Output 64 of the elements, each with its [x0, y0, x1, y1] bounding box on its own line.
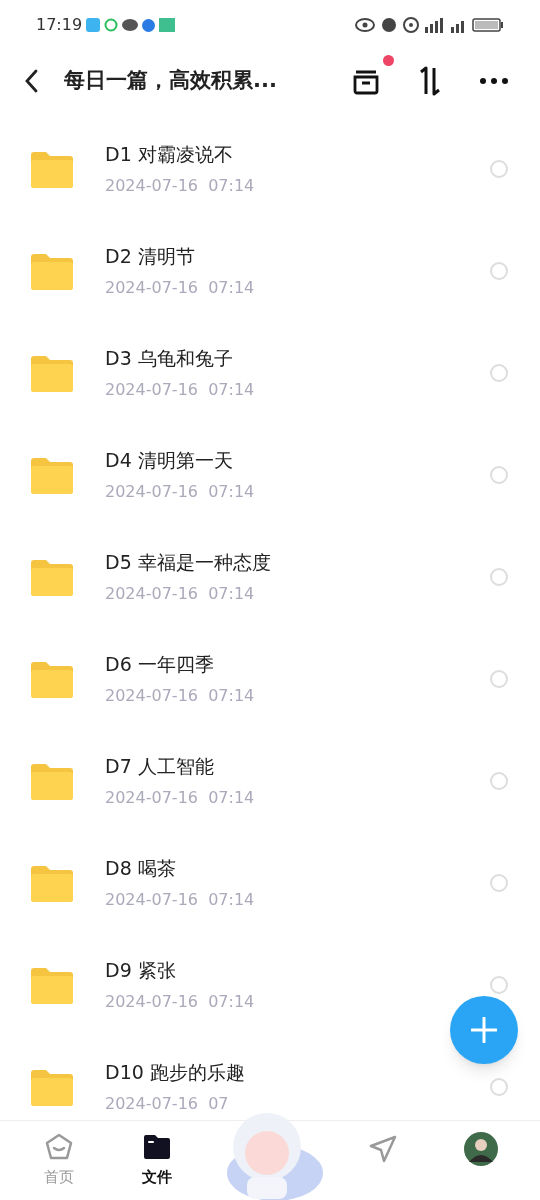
folder-icon — [30, 660, 74, 698]
file-name: D4 清明第一天 — [105, 447, 234, 473]
file-date: 2024-07-16 07:14 — [105, 175, 256, 198]
avatar-icon — [464, 1131, 498, 1166]
file-row[interactable]: D1 对霸凌说不 2024-07-16 07:14 — [0, 118, 540, 220]
file-date: 2024-07-16 07:14 — [105, 583, 256, 606]
select-radio[interactable] — [490, 874, 508, 892]
select-radio[interactable] — [490, 568, 508, 586]
file-name: D1 对霸凌说不 — [105, 141, 234, 167]
file-date: 2024-07-16 07:14 — [105, 889, 256, 912]
file-name: D5 幸福是一种态度 — [105, 549, 272, 575]
add-button[interactable] — [450, 996, 518, 1064]
eye-icon — [355, 18, 375, 32]
file-name: D7 人工智能 — [105, 753, 215, 779]
file-date: 2024-07-16 07:14 — [105, 481, 256, 504]
select-radio[interactable] — [490, 262, 508, 280]
file-name: D2 清明节 — [105, 243, 196, 269]
file-row[interactable]: D7 人工智能 2024-07-16 07:14 — [0, 730, 540, 832]
status-time: 17:19 — [36, 14, 83, 36]
file-row[interactable]: D2 清明节 2024-07-16 07:14 — [0, 220, 540, 322]
app-icon — [86, 18, 101, 32]
select-radio[interactable] — [490, 772, 508, 790]
file-date: 2024-07-16 07:14 — [105, 991, 256, 1014]
folder-icon — [30, 966, 74, 1004]
file-date: 2024-07-16 07:14 — [105, 685, 256, 708]
select-radio[interactable] — [490, 670, 508, 688]
file-date: 2024-07-16 07:14 — [105, 787, 256, 810]
file-name: D8 喝茶 — [105, 855, 177, 881]
file-row[interactable]: D10 跑步的乐趣 2024-07-16 07 — [0, 1036, 540, 1120]
folder-icon — [30, 762, 74, 800]
folder-icon — [30, 558, 74, 596]
back-icon — [24, 69, 38, 93]
file-date: 2024-07-16 07 — [105, 1093, 230, 1116]
folder-icon — [30, 252, 74, 290]
file-row[interactable]: D8 喝茶 2024-07-16 07:14 — [0, 832, 540, 934]
page-title: 每日一篇，高效积累... — [64, 67, 278, 95]
file-name: D9 紧张 — [105, 957, 177, 983]
file-row[interactable]: D5 幸福是一种态度 2024-07-16 07:14 — [0, 526, 540, 628]
file-row[interactable]: D4 清明第一天 2024-07-16 07:14 — [0, 424, 540, 526]
select-radio[interactable] — [490, 1078, 508, 1096]
select-radio[interactable] — [490, 466, 508, 484]
battery-icon — [472, 18, 504, 32]
folder-icon — [30, 354, 74, 392]
app-icon — [142, 18, 156, 32]
signal-icon — [425, 17, 445, 33]
plus-icon — [471, 1017, 497, 1043]
file-row[interactable]: D6 一年四季 2024-07-16 07:14 — [0, 628, 540, 730]
file-date: 2024-07-16 07:14 — [105, 379, 256, 402]
select-radio[interactable] — [490, 160, 508, 178]
file-date: 2024-07-16 07:14 — [105, 277, 256, 300]
file-name: D10 跑步的乐趣 — [105, 1059, 246, 1085]
app-icon — [159, 18, 176, 32]
select-radio[interactable] — [490, 364, 508, 382]
send-icon — [368, 1133, 398, 1164]
folder-icon — [30, 864, 74, 902]
folder-icon — [30, 150, 74, 188]
folder-icon — [30, 1068, 74, 1106]
file-name: D6 一年四季 — [105, 651, 215, 677]
file-row[interactable]: D3 乌龟和兔子 2024-07-16 07:14 — [0, 322, 540, 424]
folder-icon — [30, 456, 74, 494]
select-radio[interactable] — [490, 976, 508, 994]
more-icon — [479, 77, 509, 85]
file-name: D3 乌龟和兔子 — [105, 345, 234, 371]
files-tab[interactable]: 文件 — [117, 1132, 197, 1189]
